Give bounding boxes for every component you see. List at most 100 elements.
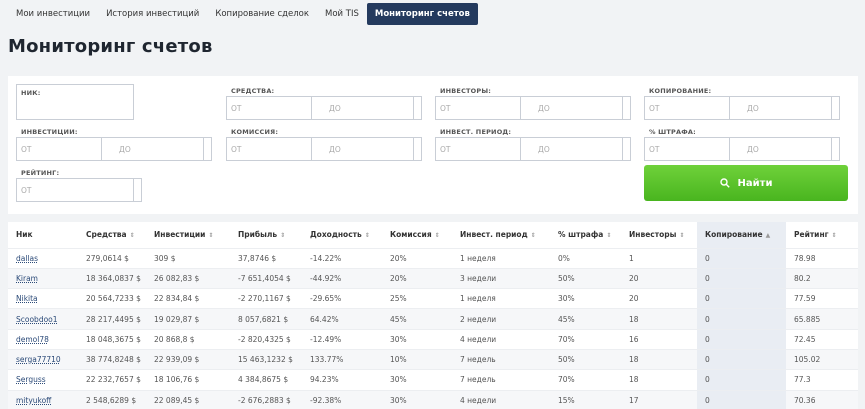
col-copying[interactable]: Копирование ▲ <box>697 222 786 248</box>
table-cell: 279,0614 $ <box>78 247 146 269</box>
sort-icon: ⇕ <box>606 232 612 240</box>
table-cell: 64.42% <box>302 308 382 330</box>
rating-from-input[interactable]: ОТ <box>21 186 32 195</box>
nick-link[interactable]: serga77710 <box>16 355 61 364</box>
filter-investments: ИНВЕСТИЦИИ: ОТ ДО <box>16 125 212 163</box>
table-cell: 0% <box>550 247 621 269</box>
table-cell: 30% <box>382 369 452 391</box>
penalty-to-input[interactable]: ДО <box>747 145 759 154</box>
filter-copying: КОПИРОВАНИЕ: ОТ ДО <box>644 84 840 122</box>
table-cell: Scoobdoo1 <box>8 308 78 330</box>
col-yield[interactable]: Доходность ⇕ <box>302 222 382 248</box>
table-cell: 20 564,7233 $ <box>78 288 146 309</box>
col-investors[interactable]: Инвесторы ⇕ <box>621 222 697 248</box>
table-cell: 0 <box>697 308 786 330</box>
page-title: Мониторинг счетов <box>8 36 213 57</box>
table-cell: 19 029,87 $ <box>146 308 230 330</box>
table-cell: 10% <box>382 348 452 370</box>
col-invest-period[interactable]: Инвест. период ⇕ <box>452 222 550 248</box>
rating-range: ОТ <box>16 178 142 202</box>
col-penalty[interactable]: % штрафа ⇕ <box>550 222 621 248</box>
table-cell: 15 463,1232 $ <box>230 348 302 370</box>
funds-to-input[interactable]: ДО <box>329 104 341 113</box>
table-cell: 18 364,0837 $ <box>78 267 146 289</box>
table-cell: 37,8746 $ <box>230 247 302 269</box>
commission-label: КОМИССИЯ: <box>231 128 279 136</box>
penalty-from-input[interactable]: ОТ <box>649 145 660 154</box>
tab-investment-history[interactable]: История инвестиций <box>98 3 207 25</box>
table-cell: -2 676,2883 $ <box>230 389 302 409</box>
nick-link[interactable]: Serguss <box>16 375 46 384</box>
copying-to-input[interactable]: ДО <box>747 104 759 113</box>
table-row: serga77710 38 774,8248 $22 939,09 $15 463… <box>8 348 858 370</box>
tab-my-tis[interactable]: Мой TIS <box>317 3 367 25</box>
tab-my-investments[interactable]: Мои инвестиции <box>8 3 98 25</box>
nick-link[interactable]: Kiram <box>16 274 38 283</box>
table-cell: 18 <box>621 308 697 330</box>
investments-to-input[interactable]: ДО <box>119 145 131 154</box>
table-cell: 0 <box>697 328 786 350</box>
table-cell: 4 384,8675 $ <box>230 369 302 391</box>
table-cell: -92.38% <box>302 389 382 409</box>
table-cell: 0 <box>697 288 786 309</box>
invest-period-from-input[interactable]: ОТ <box>440 145 451 154</box>
sort-icon: ⇕ <box>831 232 837 240</box>
col-investments[interactable]: Инвестиции ⇕ <box>146 222 230 248</box>
investors-from-input[interactable]: ОТ <box>440 104 451 113</box>
sort-icon: ⇕ <box>434 232 440 240</box>
table-cell: 77.59 <box>786 288 858 309</box>
table-cell: Nikita <box>8 288 78 309</box>
search-button[interactable]: Найти <box>644 165 848 201</box>
copying-from-input[interactable]: ОТ <box>649 104 660 113</box>
commission-to-input[interactable]: ДО <box>329 145 341 154</box>
investments-from-input[interactable]: ОТ <box>21 145 32 154</box>
investments-range: ОТ ДО <box>16 137 212 161</box>
table-cell: 18 106,76 $ <box>146 369 230 391</box>
col-funds[interactable]: Средства ⇕ <box>78 222 146 248</box>
nick-link[interactable]: Scoobdoo1 <box>16 315 58 324</box>
table-cell: 70% <box>550 328 621 350</box>
table-cell: 22 089,45 $ <box>146 389 230 409</box>
tab-account-monitoring[interactable]: Мониторинг счетов <box>366 3 478 25</box>
sort-icon: ⇕ <box>364 232 370 240</box>
filter-panel: НИК: СРЕДСТВА: ОТ ДО ИНВЕСТОРЫ: ОТ ДО КО… <box>8 76 858 214</box>
sort-icon: ⇕ <box>280 232 286 240</box>
col-rating[interactable]: Рейтинг ⇕ <box>786 222 858 248</box>
nick-link[interactable]: dallas <box>16 254 38 263</box>
penalty-label: % ШТРАФА: <box>649 128 696 136</box>
investors-label: ИНВЕСТОРЫ: <box>440 87 492 95</box>
nick-link[interactable]: mityukoff <box>16 396 51 405</box>
nick-link[interactable]: Nikita <box>16 294 38 303</box>
invest-period-range: ОТ ДО <box>435 137 631 161</box>
commission-from-input[interactable]: ОТ <box>231 145 242 154</box>
table-cell: 28 217,4495 $ <box>78 308 146 330</box>
table-cell: 45% <box>382 308 452 330</box>
funds-from-input[interactable]: ОТ <box>231 104 242 113</box>
table-cell: 4 недели <box>452 328 550 350</box>
investments-label: ИНВЕСТИЦИИ: <box>21 128 78 136</box>
tab-copy-trading[interactable]: Копирование сделок <box>207 3 317 25</box>
investors-to-input[interactable]: ДО <box>538 104 550 113</box>
table-cell: demol78 <box>8 328 78 350</box>
invest-period-to-input[interactable]: ДО <box>538 145 550 154</box>
table-cell: serga77710 <box>8 348 78 370</box>
nick-link[interactable]: demol78 <box>16 335 49 344</box>
table-cell: 0 <box>697 369 786 391</box>
invest-period-label: ИНВЕСТ. ПЕРИОД: <box>440 128 512 136</box>
sort-icon: ⇕ <box>208 232 214 240</box>
col-nick[interactable]: Ник <box>8 222 78 248</box>
table-cell: 38 774,8248 $ <box>78 348 146 370</box>
table-cell: 22 939,09 $ <box>146 348 230 370</box>
col-commission[interactable]: Комиссия ⇕ <box>382 222 452 248</box>
table-cell: 105.02 <box>786 348 858 370</box>
table-cell: 133.77% <box>302 348 382 370</box>
table-cell: 0 <box>697 267 786 289</box>
table-cell: 2 недели <box>452 308 550 330</box>
investors-range: ОТ ДО <box>435 96 631 120</box>
table-cell: 26 082,83 $ <box>146 267 230 289</box>
filter-penalty: % ШТРАФА: ОТ ДО <box>644 125 840 163</box>
table-cell: 65.885 <box>786 308 858 330</box>
table-cell: 22 834,84 $ <box>146 288 230 309</box>
col-profit[interactable]: Прибыль ⇕ <box>230 222 302 248</box>
table-cell: 2 548,6289 $ <box>78 389 146 409</box>
